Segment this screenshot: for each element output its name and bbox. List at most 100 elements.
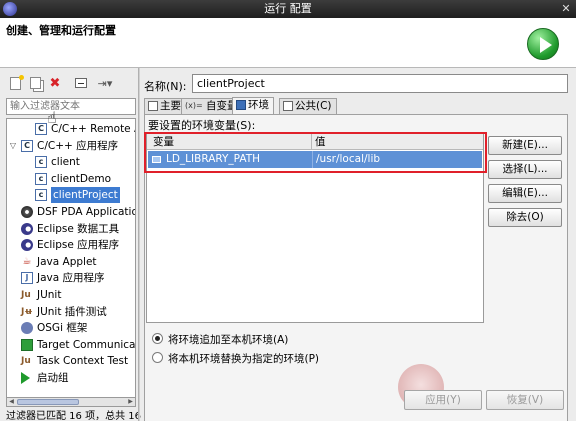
filter-status: 过滤器已匹配 16 项，总共 16 <box>6 411 141 421</box>
filter-input[interactable] <box>6 98 136 115</box>
tree-item[interactable]: DSF PDA Application <box>7 204 136 221</box>
dialog-heading: 创建、管理和运行配置 <box>6 24 116 37</box>
tab-label: 主要 <box>160 100 181 112</box>
expand-toggle-icon[interactable]: ▽ <box>8 138 18 154</box>
tree-item[interactable]: OSGi 框架 <box>7 320 135 337</box>
column-header-value[interactable]: 值 <box>311 134 326 150</box>
tree-item[interactable]: Eclipse 应用程序 <box>7 237 135 254</box>
filter-icon: ⇥▾ <box>97 76 113 90</box>
hand-cursor-icon: ☝ <box>47 108 57 127</box>
osgi-icon <box>21 322 33 335</box>
tree-item-label: JUnit <box>37 289 62 301</box>
java-app-icon: J <box>21 272 33 285</box>
tree-item[interactable]: Target Communicatio <box>7 337 136 354</box>
tree-horizontal-scrollbar[interactable]: ◀ ▶ <box>6 398 136 407</box>
apply-button[interactable]: 应用(Y) <box>404 390 482 410</box>
collapse-all-button[interactable] <box>72 74 90 92</box>
name-label: 名称(N): <box>144 80 187 93</box>
c-icon: c <box>35 156 47 169</box>
tree-item-label: DSF PDA Application <box>37 206 136 218</box>
tree-item-label: C/C++ Remote Applic <box>51 123 135 135</box>
tab-environment[interactable]: 环境 <box>232 97 274 114</box>
tree-item[interactable]: Jʉ JUnit 插件测试 <box>7 304 135 321</box>
delete-button[interactable]: ✖ <box>46 74 64 92</box>
tree-item[interactable]: ▽ C C/C++ 应用程序 <box>7 138 135 155</box>
c-icon: C <box>21 139 33 152</box>
title-bar: 运行 配置 ✕ <box>0 0 576 18</box>
collapse-all-icon <box>75 78 87 88</box>
tree-item-label: JUnit 插件测试 <box>37 305 107 318</box>
scroll-right-icon[interactable]: ▶ <box>126 398 135 406</box>
tree-item-label: Target Communicatio <box>37 338 136 351</box>
radio-label: 将环境追加至本机环境(A) <box>168 334 289 346</box>
table-row[interactable]: LD_LIBRARY_PATH /usr/local/lib <box>148 151 482 168</box>
env-vars-table: 变量 值 LD_LIBRARY_PATH /usr/local/lib <box>146 133 484 323</box>
window-title: 运行 配置 <box>264 2 312 15</box>
config-sidebar: ✖ ⇥▾ CC/C++ Remote Applic▽CC/C++ 应用程序ccl… <box>0 68 141 421</box>
c-icon: C <box>35 123 47 135</box>
java-applet-icon: ☕ <box>22 255 32 267</box>
new-config-button[interactable] <box>6 74 24 92</box>
junit-plugin-icon: Jʉ <box>21 306 33 317</box>
remove-env-button[interactable]: 除去(O) <box>488 208 562 227</box>
common-icon <box>283 101 293 111</box>
select-env-button[interactable]: 选择(L)... <box>488 160 562 179</box>
tree-item-label: clientProject <box>51 187 120 204</box>
scroll-left-icon[interactable]: ◀ <box>7 398 16 406</box>
tab-label: 环境 <box>248 99 269 111</box>
config-tree: CC/C++ Remote Applic▽CC/C++ 应用程序cclientc… <box>6 118 136 398</box>
tree-item-label: Eclipse 应用程序 <box>37 239 120 252</box>
new-env-button[interactable]: 新建(E)... <box>488 136 562 155</box>
tree-item[interactable]: 启动组 <box>7 370 135 387</box>
env-vars-label: 要设置的环境变量(S): <box>148 119 256 132</box>
dialog-header: 创建、管理和运行配置 <box>0 18 576 68</box>
tree-item[interactable]: c clientDemo <box>7 171 135 188</box>
radio-indicator[interactable] <box>152 352 163 363</box>
eclipse-icon <box>21 239 33 252</box>
tree-item-label: Task Context Test <box>37 355 129 368</box>
sidebar-toolbar: ✖ ⇥▾ <box>6 74 136 92</box>
tree-item-label: OSGi 框架 <box>37 322 88 335</box>
scrollbar-thumb[interactable] <box>17 399 79 405</box>
tree-item[interactable]: J Java 应用程序 <box>7 270 135 287</box>
tab-main[interactable]: 主要 <box>144 98 186 114</box>
radio-label: 将本机环境替换为指定的环境(P) <box>168 353 320 365</box>
tree-item[interactable]: Ju JUnit <box>7 287 135 304</box>
run-icon <box>527 28 559 60</box>
task-icon: Ju <box>21 356 31 367</box>
column-header-variable[interactable]: 变量 <box>153 134 174 150</box>
c-icon: c <box>35 172 47 185</box>
tree-item[interactable]: C C/C++ Remote Applic <box>7 121 135 138</box>
arguments-icon: (x)= <box>185 101 203 110</box>
radio-indicator[interactable] <box>152 333 163 344</box>
env-var-icon <box>152 156 161 163</box>
tree-item-label: 启动组 <box>37 372 69 384</box>
tree-item[interactable]: ☕ Java Applet <box>7 254 135 271</box>
panel-splitter[interactable] <box>138 68 140 421</box>
filter-button[interactable]: ⇥▾ <box>92 74 118 92</box>
close-icon[interactable]: ✕ <box>559 2 573 16</box>
tab-label: 公共(C) <box>295 100 332 112</box>
tree-item[interactable]: Eclipse 数据工具 <box>7 221 135 238</box>
tree-item-label: Java 应用程序 <box>37 272 105 285</box>
window-menu-icon[interactable] <box>3 2 17 16</box>
name-input[interactable] <box>192 74 568 93</box>
tree-item-label: C/C++ 应用程序 <box>37 139 119 152</box>
gear-icon <box>21 206 33 218</box>
new-config-icon <box>9 74 24 90</box>
edit-env-button[interactable]: 编辑(E)... <box>488 184 562 203</box>
tree-item-label: Java Applet <box>37 255 97 268</box>
target-icon <box>21 338 33 351</box>
environment-icon <box>236 100 246 110</box>
tab-common[interactable]: 公共(C) <box>279 98 337 114</box>
tree-item[interactable]: c client <box>7 154 135 171</box>
duplicate-button[interactable] <box>26 74 44 92</box>
tree-item[interactable]: c clientProject <box>7 187 135 204</box>
eclipse-icon <box>21 222 33 235</box>
revert-button[interactable]: 恢复(V) <box>486 390 564 410</box>
duplicate-icon <box>29 77 41 89</box>
env-var-name: LD_LIBRARY_PATH <box>166 153 261 165</box>
tree-item[interactable]: Ju Task Context Test <box>7 353 135 370</box>
launch-group-icon <box>21 372 33 384</box>
tree-item-label: client <box>51 156 80 169</box>
